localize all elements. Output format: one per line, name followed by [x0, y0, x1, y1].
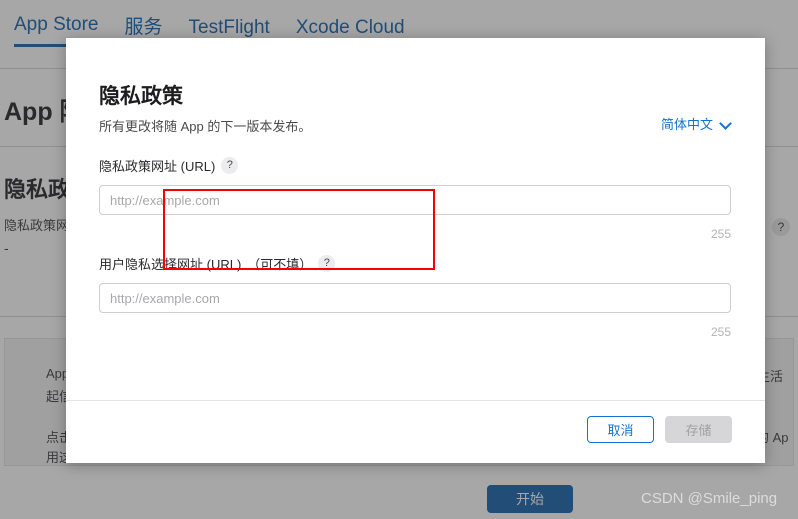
field-label-row: 隐私政策网址 (URL) ?: [99, 156, 731, 175]
language-selector-label: 简体中文: [661, 114, 713, 133]
cancel-button[interactable]: 取消: [587, 416, 654, 443]
privacy-policy-modal: 隐私政策 所有更改将随 App 的下一版本发布。 简体中文 隐私政策网址 (UR…: [66, 38, 765, 463]
field-label: 用户隐私选择网址 (URL): [99, 254, 241, 273]
field-label: 隐私政策网址 (URL): [99, 156, 215, 175]
question-mark-icon[interactable]: ?: [318, 255, 335, 272]
privacy-choices-url-field-group: 用户隐私选择网址 (URL) （可不填） ? 255: [99, 254, 731, 313]
field-optional-note: （可不填）: [247, 254, 312, 273]
modal-title: 隐私政策: [99, 80, 183, 110]
watermark: CSDN @Smile_ping: [641, 490, 777, 507]
language-selector[interactable]: 简体中文: [661, 114, 732, 133]
modal-actions: 取消 存储: [587, 416, 732, 443]
modal-footer-divider: [66, 400, 765, 401]
char-counter: 255: [711, 325, 731, 339]
privacy-policy-url-input[interactable]: [99, 185, 731, 215]
privacy-policy-url-field-group: 隐私政策网址 (URL) ? 255: [99, 156, 731, 215]
modal-subtitle: 所有更改将随 App 的下一版本发布。: [99, 116, 311, 135]
char-counter: 255: [711, 227, 731, 241]
field-label-row: 用户隐私选择网址 (URL) （可不填） ?: [99, 254, 731, 273]
chevron-down-icon: [721, 118, 732, 129]
question-mark-icon[interactable]: ?: [221, 157, 238, 174]
save-button: 存储: [665, 416, 732, 443]
privacy-choices-url-input[interactable]: [99, 283, 731, 313]
